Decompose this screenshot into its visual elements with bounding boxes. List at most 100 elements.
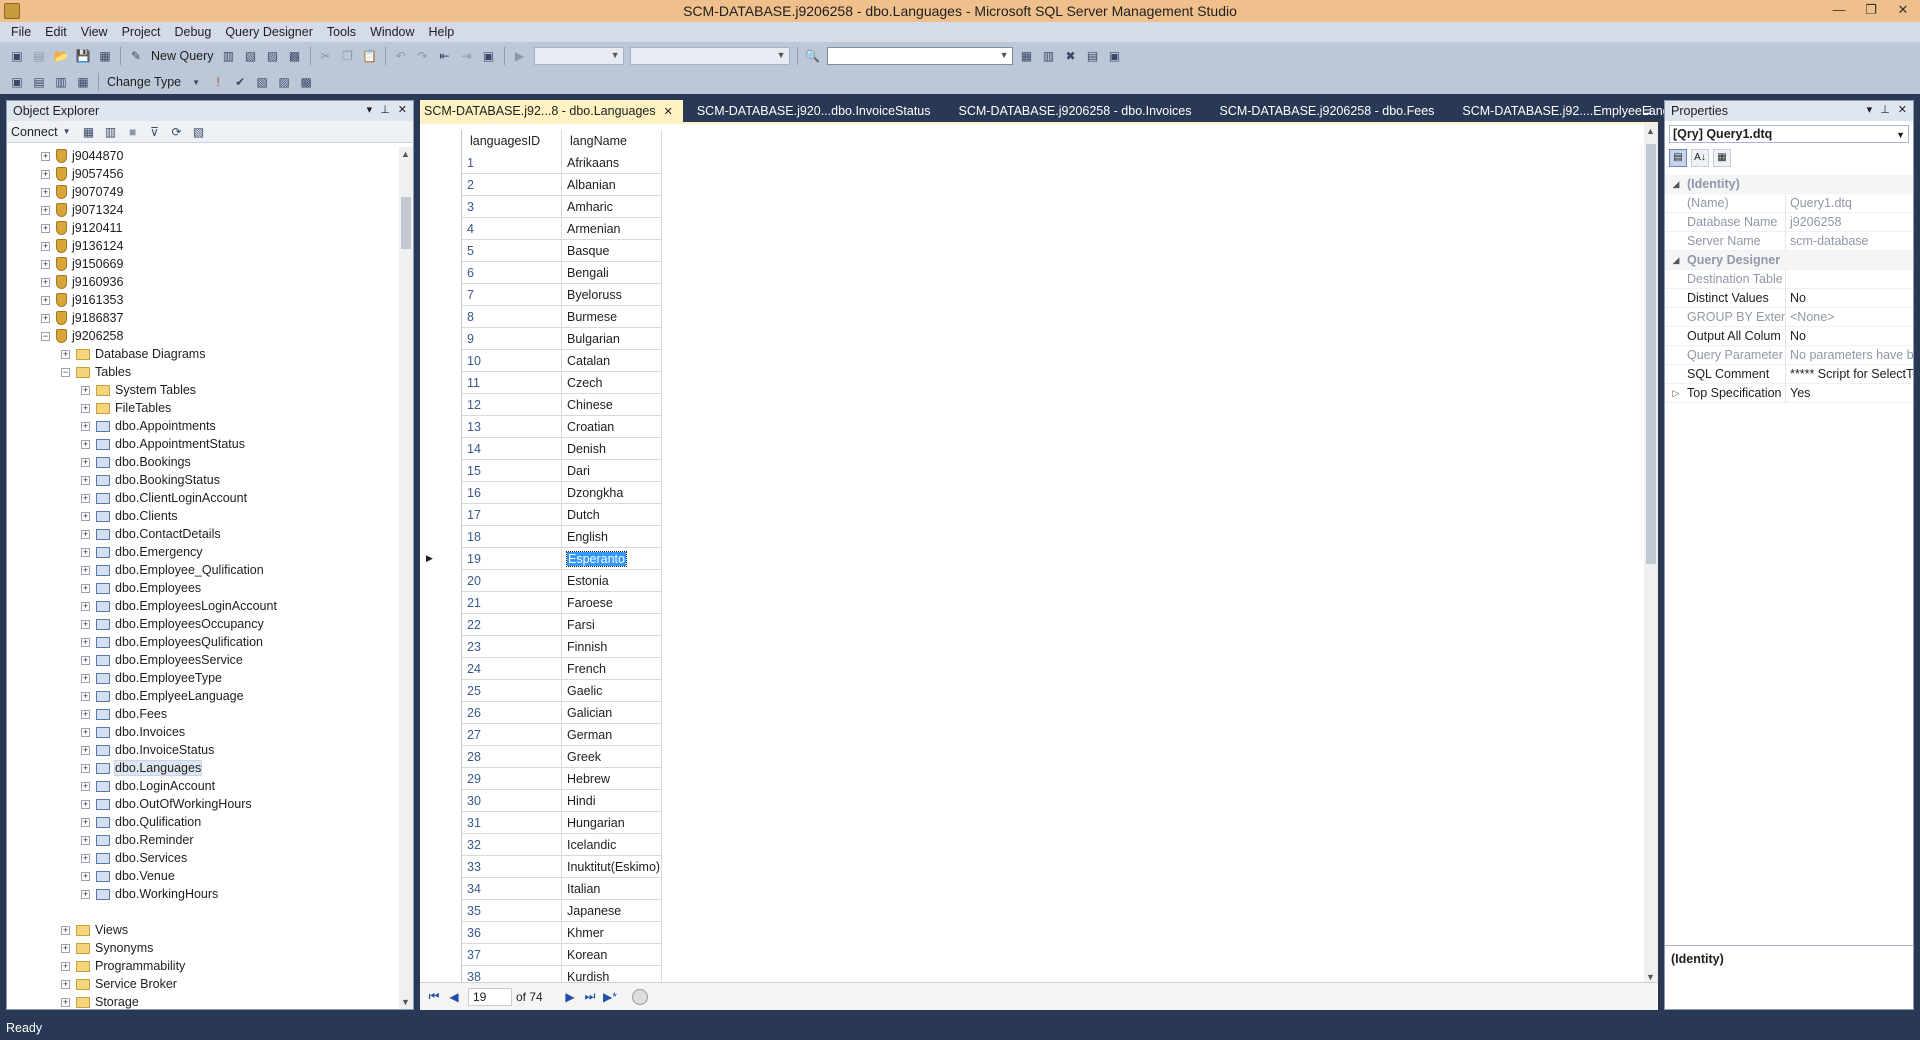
add-derived-table-icon[interactable]: ▩ <box>297 73 315 91</box>
row-selector[interactable] <box>420 503 462 526</box>
row-selector[interactable] <box>420 591 462 614</box>
row-selector[interactable] <box>420 437 462 460</box>
tree-folder-node[interactable]: + Service Broker <box>7 975 399 993</box>
property-row[interactable]: GROUP BY Extensi <None> <box>1665 307 1913 327</box>
property-row[interactable]: Database Name j9206258 <box>1665 212 1913 232</box>
stop-icon[interactable]: ■ <box>124 123 142 141</box>
table-row[interactable]: 18 English <box>420 525 662 548</box>
property-value[interactable]: Yes <box>1786 384 1913 403</box>
tree-table-node[interactable]: + dbo.Invoices <box>7 723 399 741</box>
table-row[interactable]: 9 Bulgarian <box>420 327 662 350</box>
table-row[interactable]: 13 Croatian <box>420 415 662 438</box>
expand-icon[interactable]: + <box>81 691 90 701</box>
property-row[interactable]: (Name) Query1.dtq <box>1665 193 1913 213</box>
disconnect-icon[interactable]: ▥ <box>102 123 120 141</box>
cell-languages-id[interactable]: 14 <box>462 437 562 460</box>
expand-icon[interactable]: + <box>61 961 70 971</box>
dropdown-icon[interactable]: ▾ <box>1867 103 1873 116</box>
expand-icon[interactable]: + <box>81 709 90 719</box>
cell-languages-id[interactable]: 26 <box>462 701 562 724</box>
row-selector[interactable] <box>420 393 462 416</box>
cell-lang-name[interactable]: Estonia <box>562 569 662 592</box>
row-selector[interactable] <box>420 635 462 658</box>
expand-icon[interactable]: + <box>81 745 90 755</box>
expand-icon[interactable]: + <box>41 187 50 197</box>
table-row[interactable]: 11 Czech <box>420 371 662 394</box>
tree-table-node[interactable]: + dbo.ContactDetails <box>7 525 399 543</box>
tree-table-node[interactable]: + dbo.Venue <box>7 867 399 885</box>
row-selector[interactable] <box>420 899 462 922</box>
row-selector[interactable] <box>420 943 462 966</box>
cell-languages-id[interactable]: 19 <box>462 547 562 570</box>
close-icon[interactable]: ✕ <box>1898 103 1907 116</box>
expand-icon[interactable]: + <box>81 781 90 791</box>
column-header[interactable]: langName <box>562 129 662 152</box>
tree-database-node[interactable]: + j9070749 <box>7 183 399 201</box>
expand-icon[interactable]: + <box>41 205 50 215</box>
table-row[interactable]: 14 Denish <box>420 437 662 460</box>
property-category[interactable]: ◢ (Identity) <box>1665 175 1913 194</box>
tree-table-node[interactable]: + dbo.Bookings <box>7 453 399 471</box>
cell-languages-id[interactable]: 32 <box>462 833 562 856</box>
expand-icon[interactable]: + <box>81 835 90 845</box>
cell-lang-name[interactable]: Byeloruss <box>562 283 662 306</box>
tree-database-node[interactable]: + j9120411 <box>7 219 399 237</box>
next-record-icon[interactable]: ▶ <box>560 990 580 1004</box>
row-selector-header[interactable] <box>420 129 462 152</box>
expand-icon[interactable]: + <box>81 817 90 827</box>
tree-folder-node[interactable]: + Storage <box>7 993 399 1009</box>
save-all-icon[interactable]: ▦ <box>96 47 114 65</box>
cell-lang-name[interactable]: Bengali <box>562 261 662 284</box>
table-row[interactable]: 7 Byeloruss <box>420 283 662 306</box>
properties-object-selector[interactable]: [Qry] Query1.dtq ▼ <box>1669 125 1909 143</box>
cell-languages-id[interactable]: 23 <box>462 635 562 658</box>
table-row[interactable]: 33 Inuktitut(Eskimo) <box>420 855 662 878</box>
collapse-icon[interactable]: ◢ <box>1665 255 1687 266</box>
table-row[interactable]: 21 Faroese <box>420 591 662 614</box>
cell-languages-id[interactable]: 21 <box>462 591 562 614</box>
tab-list-dropdown-icon[interactable]: ☰ <box>1642 104 1652 117</box>
collapse-icon[interactable]: − <box>41 331 50 341</box>
property-pages-icon[interactable]: ▦ <box>1713 149 1731 167</box>
table-row[interactable]: 25 Gaelic <box>420 679 662 702</box>
table-row[interactable]: 36 Khmer <box>420 921 662 944</box>
find-in-files-icon[interactable]: 🔍 <box>804 47 822 65</box>
copy-icon[interactable]: ❐ <box>339 47 357 65</box>
cell-lang-name[interactable]: Dutch <box>562 503 662 526</box>
connect-button[interactable]: Connect <box>11 125 58 139</box>
cell-languages-id[interactable]: 5 <box>462 239 562 262</box>
row-selector[interactable] <box>420 767 462 790</box>
cell-lang-name[interactable]: Hebrew <box>562 767 662 790</box>
cell-lang-name[interactable]: Greek <box>562 745 662 768</box>
cell-lang-name[interactable]: Korean <box>562 943 662 966</box>
template-explorer-icon[interactable]: ✖ <box>1062 47 1080 65</box>
row-selector[interactable] <box>420 305 462 328</box>
solution-platforms-dropdown[interactable]: ▼ <box>629 47 790 65</box>
cell-lang-name[interactable]: German <box>562 723 662 746</box>
cell-lang-name[interactable]: Finnish <box>562 635 662 658</box>
chevron-down-icon[interactable]: ▼ <box>187 73 205 91</box>
cell-lang-name[interactable]: Chinese <box>562 393 662 416</box>
tree-table-node[interactable]: + dbo.EmployeeType <box>7 669 399 687</box>
table-row[interactable]: 10 Catalan <box>420 349 662 372</box>
menu-view[interactable]: View <box>74 25 115 39</box>
row-selector[interactable] <box>420 217 462 240</box>
cell-languages-id[interactable]: 10 <box>462 349 562 372</box>
tree-table-node[interactable]: + dbo.Clients <box>7 507 399 525</box>
tree-table-node[interactable]: + dbo.EmployeesOccupancy <box>7 615 399 633</box>
close-icon[interactable]: ✕ <box>398 103 407 116</box>
redo-icon[interactable]: ↷ <box>414 47 432 65</box>
refresh-icon[interactable]: ⟳ <box>168 123 186 141</box>
property-row[interactable]: Query Parameter l No parameters have be <box>1665 345 1913 365</box>
cell-languages-id[interactable]: 15 <box>462 459 562 482</box>
cell-languages-id[interactable]: 3 <box>462 195 562 218</box>
tree-table-node[interactable]: + dbo.WorkingHours <box>7 885 399 903</box>
tree-table-node[interactable]: + dbo.Fees <box>7 705 399 723</box>
cell-lang-name[interactable]: Croatian <box>562 415 662 438</box>
expand-icon[interactable]: + <box>81 493 90 503</box>
cell-lang-name[interactable]: French <box>562 657 662 680</box>
cell-languages-id[interactable]: 22 <box>462 613 562 636</box>
property-value[interactable] <box>1786 270 1913 289</box>
property-category[interactable]: ◢ Query Designer <box>1665 251 1913 270</box>
expand-icon[interactable]: + <box>41 295 50 305</box>
